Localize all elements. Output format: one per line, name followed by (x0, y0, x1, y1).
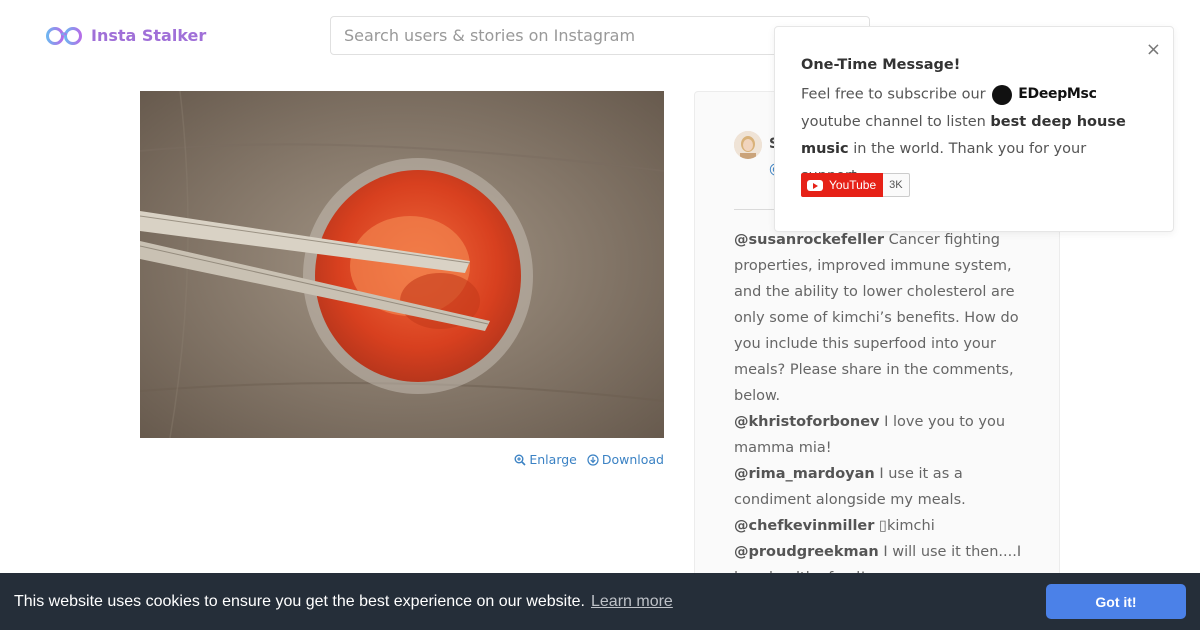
logo-text: Insta Stalker (91, 25, 207, 45)
user-avatar-icon (734, 131, 762, 159)
comment: @khristoforbonev I love you to you mamma… (734, 409, 1026, 461)
comment-username[interactable]: @proudgreekman (734, 544, 879, 560)
learn-more-link[interactable]: Learn more (591, 593, 673, 611)
site-logo[interactable]: Insta Stalker (45, 22, 206, 48)
comment-username[interactable]: @susanrockefeller (734, 232, 884, 248)
comment-username[interactable]: @chefkevinmiller (734, 518, 874, 534)
comment-text: Cancer fighting properties, improved imm… (734, 232, 1019, 404)
popup-text-mid: youtube channel to listen (801, 113, 986, 130)
close-icon[interactable]: × (1146, 41, 1161, 59)
popup-text-prefix: Feel free to subscribe our (801, 86, 986, 103)
avatar[interactable] (734, 131, 762, 159)
one-time-message-popup: × One-Time Message! Feel free to subscri… (774, 26, 1174, 232)
download-label: Download (601, 452, 664, 467)
zoom-in-icon (514, 454, 526, 466)
glasses-logo-icon (46, 27, 82, 45)
comment-list: @susanrockefeller Cancer fighting proper… (734, 227, 1026, 617)
brand-link[interactable]: EDeepMsc (992, 81, 1097, 108)
download-link[interactable]: Download (587, 452, 664, 467)
youtube-play-icon (807, 179, 823, 191)
youtube-label: YouTube (829, 178, 877, 192)
post-image[interactable] (140, 91, 664, 438)
cookie-banner: This website uses cookies to ensure you … (0, 573, 1200, 630)
subscriber-count: 3K (883, 173, 910, 197)
comment-username[interactable]: @khristoforbonev (734, 414, 879, 430)
comment-text: ▯kimchi (874, 518, 935, 534)
youtube-subscribe[interactable]: YouTube 3K (801, 173, 910, 197)
comment: @rima_mardoyan I use it as a condiment a… (734, 461, 1026, 513)
comment: @chefkevinmiller ▯kimchi (734, 513, 1026, 539)
download-icon (587, 453, 599, 466)
comment: @susanrockefeller Cancer fighting proper… (734, 227, 1026, 409)
popup-title: One-Time Message! (801, 57, 961, 73)
cookie-text: This website uses cookies to ensure you … (14, 592, 585, 610)
brand-name: EDeepMsc (1018, 86, 1097, 102)
brand-logo-icon (992, 84, 1013, 105)
enlarge-label: Enlarge (529, 452, 577, 467)
kimchi-jar-photo (140, 91, 664, 438)
enlarge-link[interactable]: Enlarge (514, 452, 577, 467)
cookie-accept-button[interactable]: Got it! (1046, 584, 1186, 619)
comment-username[interactable]: @rima_mardoyan (734, 466, 875, 482)
youtube-subscribe-button[interactable]: YouTube (801, 173, 884, 197)
